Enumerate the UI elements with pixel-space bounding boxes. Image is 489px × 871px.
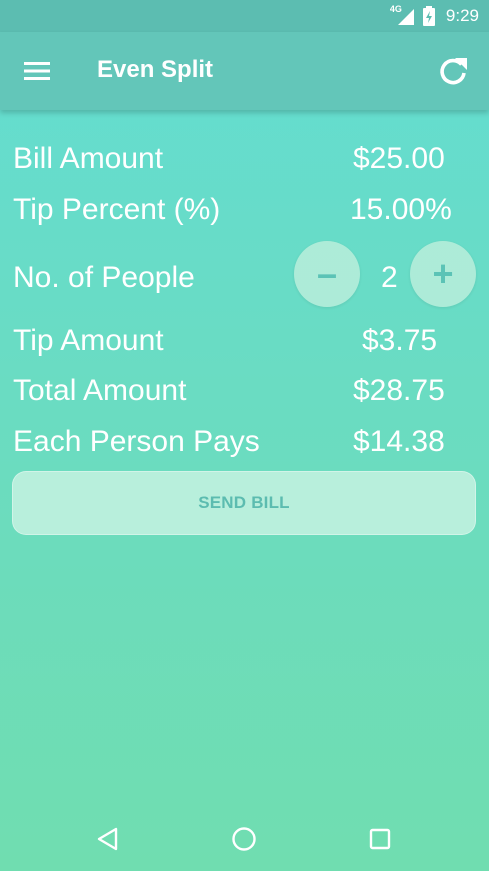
refresh-icon	[440, 58, 467, 85]
total-amount-value: $28.75	[353, 374, 445, 407]
home-button[interactable]	[227, 822, 261, 856]
app-title: Even Split	[97, 56, 214, 83]
home-circle-icon	[232, 827, 256, 851]
send-bill-button[interactable]: SEND BILL	[12, 471, 476, 535]
refresh-button[interactable]	[435, 53, 471, 89]
back-triangle-icon	[97, 827, 118, 851]
signal-icon: 4G	[390, 4, 416, 27]
hamburger-menu-icon	[24, 62, 50, 80]
people-count-value: 2	[381, 261, 398, 294]
menu-button[interactable]	[18, 54, 56, 88]
status-time: 9:29	[445, 6, 479, 25]
total-amount-label: Total Amount	[13, 374, 187, 407]
battery-icon	[422, 6, 435, 26]
recents-square-icon	[369, 828, 391, 850]
tip-amount-label: Tip Amount	[13, 324, 164, 357]
app-toolbar: Even Split	[0, 32, 489, 110]
people-count-label: No. of People	[13, 261, 195, 294]
tip-amount-value: $3.75	[362, 324, 438, 357]
tip-percent-value[interactable]: 15.00%	[350, 193, 452, 227]
status-bar: 4G 9:29	[0, 0, 489, 32]
each-person-pays-label: Each Person Pays	[13, 425, 260, 458]
decrement-people-button[interactable]: –	[294, 241, 360, 307]
increment-people-button[interactable]: +	[410, 241, 476, 307]
bill-amount-value[interactable]: $25.00	[353, 142, 445, 176]
system-nav-bar	[0, 806, 489, 871]
back-button[interactable]	[91, 822, 125, 856]
each-person-pays-value: $14.38	[353, 425, 445, 458]
plus-icon: +	[432, 253, 454, 294]
recents-button[interactable]	[363, 822, 397, 856]
tip-percent-label: Tip Percent (%)	[13, 193, 221, 226]
bill-amount-label: Bill Amount	[13, 142, 164, 175]
minus-icon: –	[316, 253, 338, 294]
status-icons: 4G 9:29	[390, 0, 479, 32]
